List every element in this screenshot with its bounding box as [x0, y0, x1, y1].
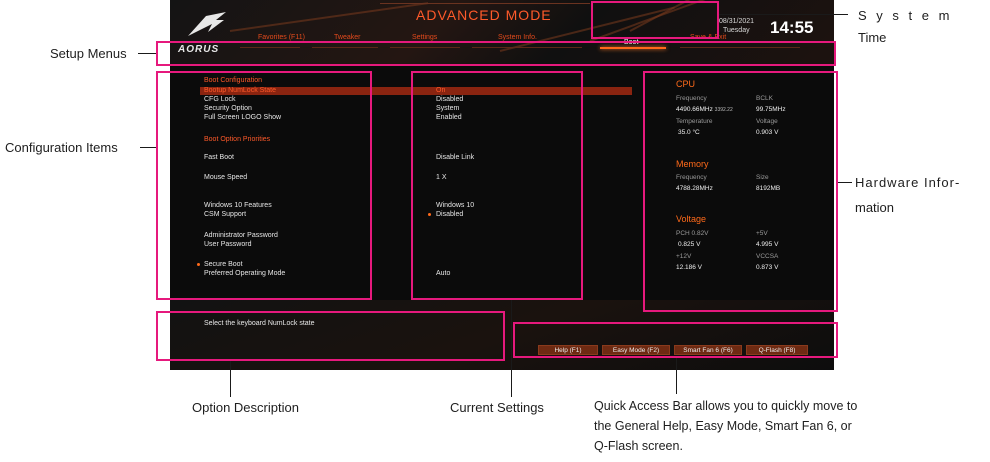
leader-line [838, 182, 852, 183]
leader-line [719, 14, 848, 15]
callout-box-config-items [156, 71, 372, 300]
callout-box-hardware-info [643, 71, 838, 312]
label-system-time-2: Time [858, 30, 887, 45]
leader-line [140, 147, 156, 148]
menu-settings[interactable]: Settings [412, 34, 437, 41]
label-hardware-info-1: Hardware Infor- [855, 175, 961, 190]
mode-title: ADVANCED MODE [416, 7, 552, 23]
leader-line [138, 53, 156, 54]
label-current-settings: Current Settings [450, 400, 544, 415]
callout-box-setup-menus [156, 41, 836, 66]
system-date[interactable]: 08/31/2021 Tuesday [719, 17, 754, 35]
aorus-logo-icon [188, 12, 226, 36]
leader-line [511, 300, 512, 397]
label-setup-menus: Setup Menus [50, 46, 127, 61]
label-quick-access-1: Quick Access Bar allows you to quickly m… [594, 399, 858, 413]
menu-favorites[interactable]: Favorites (F11) [258, 34, 305, 41]
leader-line [676, 358, 677, 394]
system-time[interactable]: 14:55 [770, 18, 813, 38]
date-text: 08/31/2021 [719, 18, 755, 25]
label-hardware-info-2: mation [855, 200, 895, 215]
leader-line [230, 361, 231, 397]
menu-tweaker[interactable]: Tweaker [334, 34, 360, 41]
label-system-time-1: S y s t e m [858, 8, 953, 23]
label-option-description: Option Description [192, 400, 299, 415]
label-quick-access-3: Q-Flash screen. [594, 439, 683, 453]
callout-box-option-description [156, 311, 505, 361]
callout-box-current-settings [411, 71, 583, 300]
menu-system-info[interactable]: System Info. [498, 34, 537, 41]
callout-box-quick-access [513, 322, 838, 358]
label-quick-access-2: the General Help, Easy Mode, Smart Fan 6… [594, 419, 852, 433]
label-configuration-items: Configuration Items [5, 140, 118, 155]
callout-box-system-time [591, 1, 719, 39]
